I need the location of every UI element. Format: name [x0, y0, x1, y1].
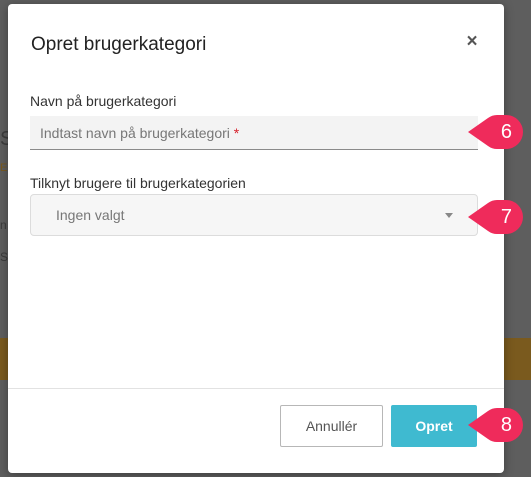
callout-number: 7	[500, 206, 512, 228]
category-name-label: Navn på brugerkategori	[30, 93, 177, 109]
assign-users-label: Tilknyt brugere til brugerkategorien	[30, 175, 246, 191]
callout-number: 6	[500, 121, 512, 143]
category-name-placeholder: Indtast navn på brugerkategori *	[40, 125, 239, 141]
dialog-title: Opret brugerkategori	[31, 34, 207, 55]
cancel-button[interactable]: Annullér	[280, 405, 383, 447]
required-marker: *	[233, 125, 240, 141]
background-text: E	[0, 162, 8, 174]
create-user-category-dialog: Opret brugerkategori × Navn på brugerkat…	[8, 4, 504, 473]
assign-users-select[interactable]: Ingen valgt	[30, 194, 478, 236]
callout-badge-8: 8	[466, 407, 524, 443]
close-icon[interactable]: ×	[462, 32, 482, 52]
category-name-input[interactable]: Indtast navn på brugerkategori *	[30, 116, 478, 150]
callout-arrow-icon	[468, 115, 523, 149]
background-text: n	[0, 218, 7, 232]
chevron-down-icon	[445, 213, 453, 218]
callout-number: 8	[500, 414, 512, 436]
assign-users-value: Ingen valgt	[56, 207, 125, 223]
footer-divider	[8, 388, 504, 389]
callout-badge-7: 7	[466, 199, 524, 235]
callout-arrow-icon	[468, 408, 523, 442]
create-button[interactable]: Opret	[391, 405, 477, 447]
placeholder-text: Indtast navn på brugerkategori	[40, 125, 230, 141]
callout-badge-6: 6	[466, 114, 524, 150]
background-text: S	[0, 250, 9, 264]
callout-arrow-icon	[468, 200, 523, 234]
